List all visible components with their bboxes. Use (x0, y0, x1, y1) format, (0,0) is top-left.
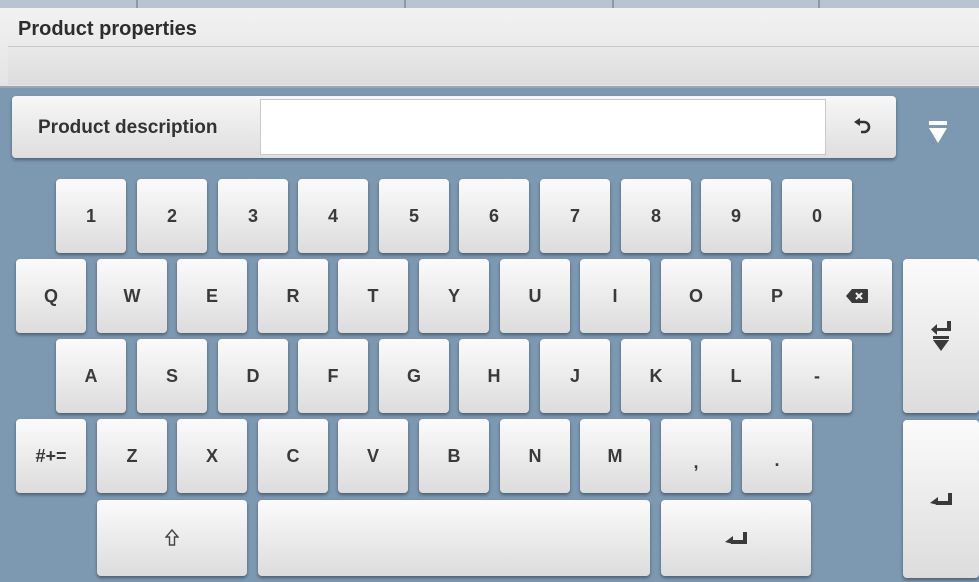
shift-icon (165, 529, 179, 546)
tab-strip (0, 0, 979, 8)
page-title: Product properties (18, 18, 197, 40)
key-n[interactable]: N (500, 419, 570, 493)
key-k[interactable]: K (621, 339, 691, 413)
key-z[interactable]: Z (97, 419, 167, 493)
key-1[interactable]: 1 (56, 179, 126, 253)
key-dash[interactable]: - (782, 339, 852, 413)
key-p[interactable]: P (742, 259, 812, 333)
key-period[interactable]: . (742, 419, 812, 493)
key-4[interactable]: 4 (298, 179, 368, 253)
key-0[interactable]: 0 (782, 179, 852, 253)
key-c[interactable]: C (258, 419, 328, 493)
enter-icon (725, 532, 747, 544)
key-y[interactable]: Y (419, 259, 489, 333)
key-j[interactable]: J (540, 339, 610, 413)
key-x[interactable]: X (177, 419, 247, 493)
key-t[interactable]: T (338, 259, 408, 333)
collapse-keyboard-button[interactable] (916, 110, 960, 154)
collapse-triangle-icon (929, 121, 947, 143)
backspace-key[interactable] (822, 259, 892, 333)
key-f[interactable]: F (298, 339, 368, 413)
symbols-key[interactable]: #+= (16, 419, 86, 493)
key-a[interactable]: A (56, 339, 126, 413)
tab-down-icon (931, 321, 951, 351)
key-9[interactable]: 9 (701, 179, 771, 253)
space-bar[interactable] (258, 500, 650, 576)
undo-button[interactable] (834, 99, 890, 155)
backspace-icon (846, 289, 868, 303)
key-q[interactable]: Q (16, 259, 86, 333)
product-description-row: Product description (12, 96, 896, 158)
undo-icon (854, 118, 871, 134)
field-label: Product description (38, 117, 218, 138)
key-5[interactable]: 5 (379, 179, 449, 253)
enter-key[interactable] (661, 500, 811, 576)
tab-down-key[interactable] (903, 259, 979, 413)
product-description-input[interactable] (260, 99, 826, 155)
key-r[interactable]: R (258, 259, 328, 333)
key-b[interactable]: B (419, 419, 489, 493)
shift-key[interactable] (97, 500, 247, 576)
key-e[interactable]: E (177, 259, 247, 333)
key-8[interactable]: 8 (621, 179, 691, 253)
key-6[interactable]: 6 (459, 179, 529, 253)
header-bar: Product properties (0, 0, 979, 88)
key-2[interactable]: 2 (137, 179, 207, 253)
sub-toolbar (8, 46, 979, 85)
key-g[interactable]: G (379, 339, 449, 413)
key-l[interactable]: L (701, 339, 771, 413)
enter-icon (930, 493, 952, 505)
key-3[interactable]: 3 (218, 179, 288, 253)
key-w[interactable]: W (97, 259, 167, 333)
key-u[interactable]: U (500, 259, 570, 333)
key-o[interactable]: O (661, 259, 731, 333)
key-h[interactable]: H (459, 339, 529, 413)
key-m[interactable]: M (580, 419, 650, 493)
key-i[interactable]: I (580, 259, 650, 333)
key-7[interactable]: 7 (540, 179, 610, 253)
key-comma[interactable]: , (661, 419, 731, 493)
key-d[interactable]: D (218, 339, 288, 413)
side-enter-key[interactable] (903, 420, 979, 578)
key-s[interactable]: S (137, 339, 207, 413)
key-v[interactable]: V (338, 419, 408, 493)
